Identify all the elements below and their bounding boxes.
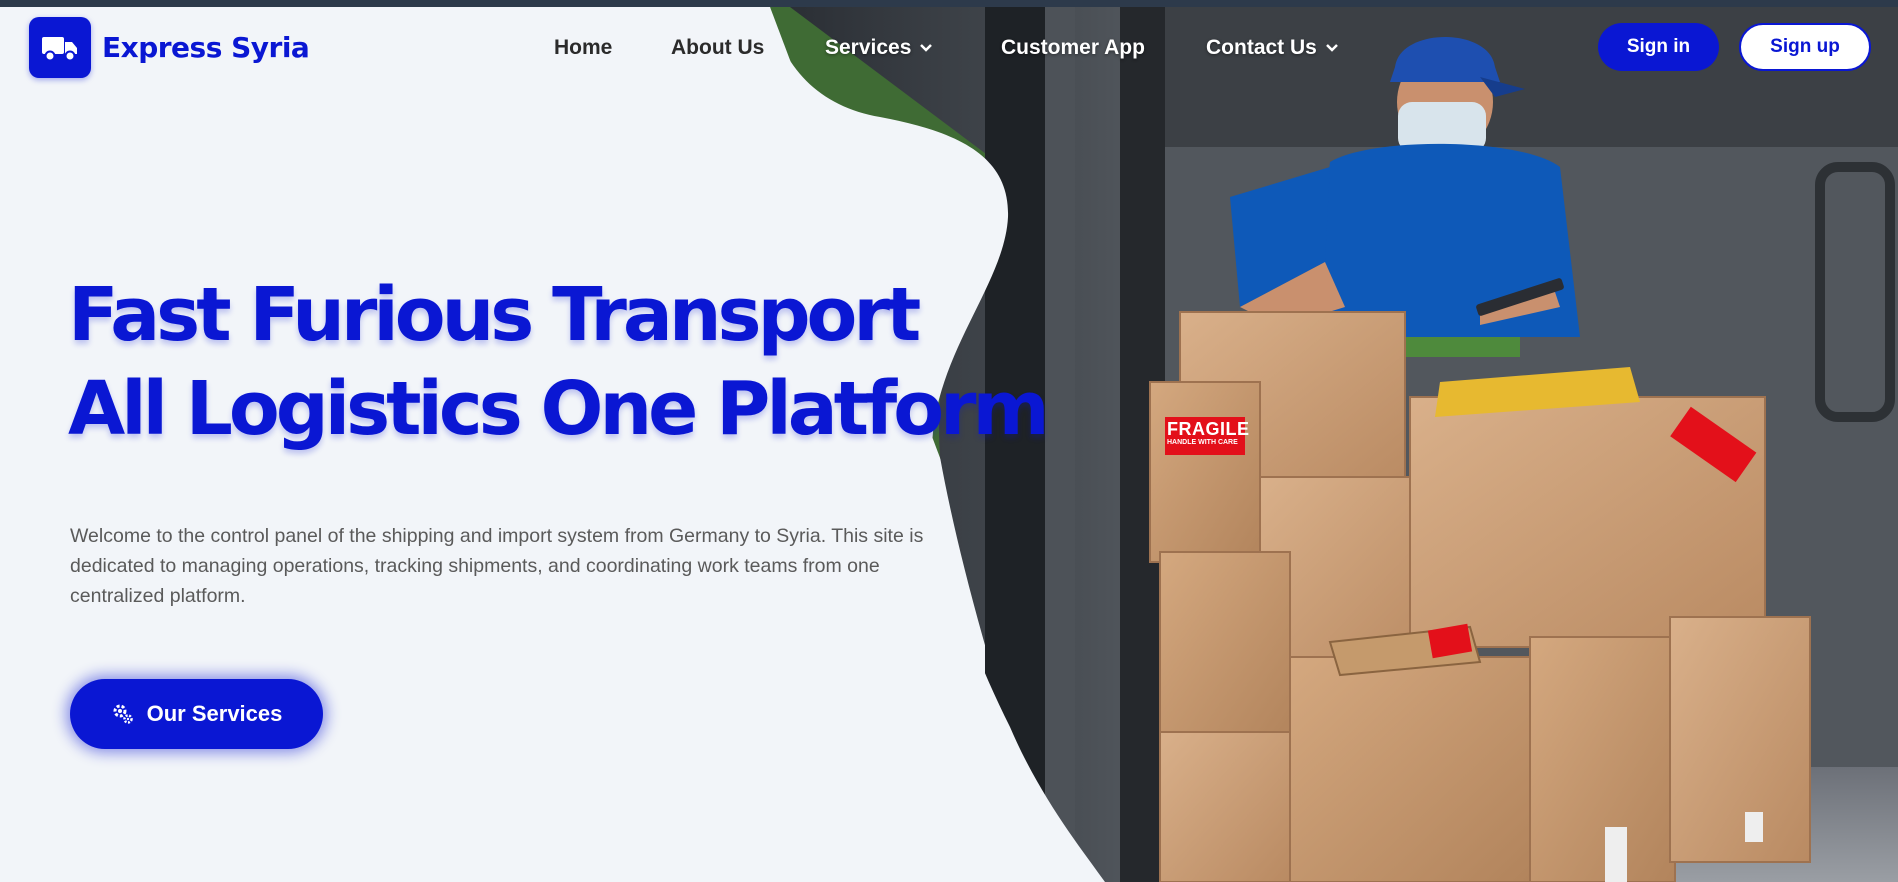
gears-icon (113, 704, 133, 724)
truck-icon (29, 17, 91, 78)
chevron-down-icon (1325, 44, 1338, 52)
hero-headline-line2: All Logistics One Platform (68, 366, 1050, 452)
fragile-sticker-sublabel: HANDLE WITH CARE (1167, 439, 1238, 446)
nav-contact-us[interactable]: Contact Us (1206, 36, 1341, 60)
hero-headline: Fast Furious Transport All Logistics One… (68, 268, 1050, 456)
brand-name: Express Syria (102, 31, 310, 64)
our-services-label: Our Services (146, 701, 283, 726)
top-strip (0, 0, 1898, 7)
chevron-down-icon (920, 44, 933, 52)
fragile-sticker-label: FRAGILE (1167, 419, 1250, 439)
our-services-button[interactable]: Our Services (70, 679, 323, 749)
hero-headline-line1: Fast Furious Transport (68, 272, 921, 358)
hero-description: Welcome to the control panel of the ship… (70, 525, 924, 607)
sign-up-button[interactable]: Sign up (1739, 23, 1871, 71)
brand-logo[interactable]: Express Syria (29, 17, 310, 78)
sign-in-button[interactable]: Sign in (1598, 23, 1719, 71)
nav-home[interactable]: Home (554, 36, 612, 60)
nav-services[interactable]: Services (825, 36, 935, 60)
nav-about-us[interactable]: About Us (671, 36, 764, 60)
nav-customer-app[interactable]: Customer App (1001, 36, 1145, 60)
